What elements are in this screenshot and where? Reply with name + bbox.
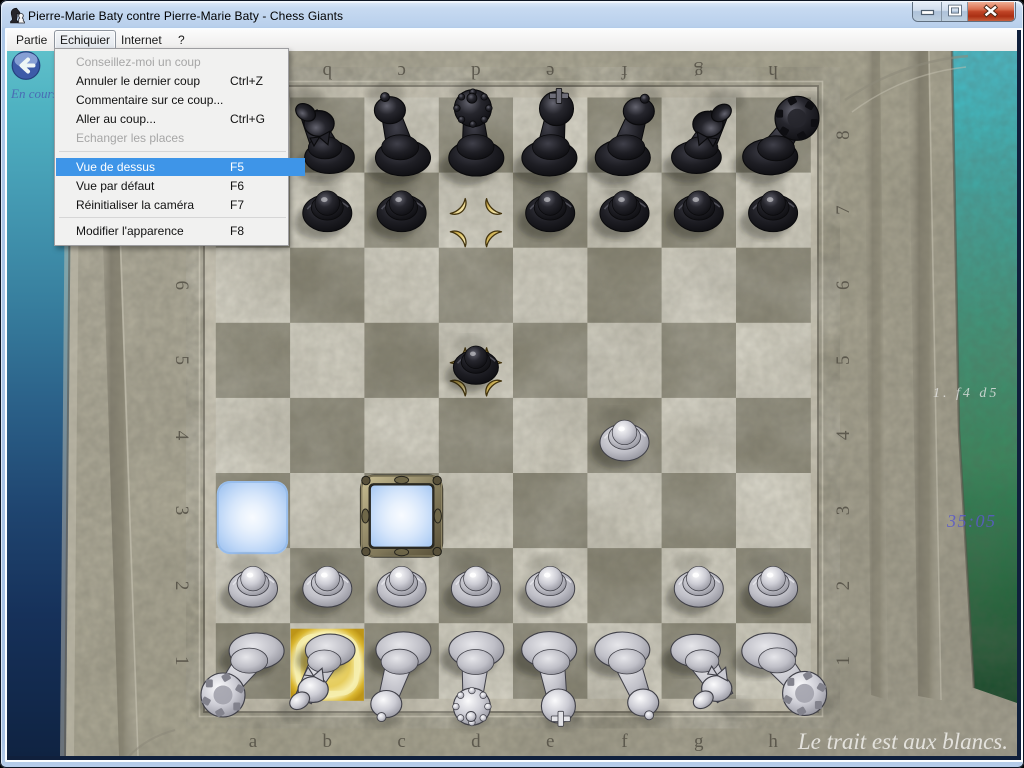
svg-text:4: 4 [833,430,854,440]
svg-text:f: f [621,61,628,82]
svg-text:e: e [546,731,554,752]
svg-text:c: c [397,61,405,82]
svg-text:1: 1 [171,656,192,666]
svg-text:a: a [249,731,258,752]
svg-text:35:05: 35:05 [946,511,997,531]
svg-text:g: g [694,731,704,752]
svg-text:h: h [768,731,778,752]
svg-text:7: 7 [833,205,854,215]
svg-text:3: 3 [833,506,854,516]
svg-text:h: h [768,61,778,82]
svg-text:b: b [323,731,333,752]
svg-text:Le trait est aux blancs.: Le trait est aux blancs. [797,729,1008,754]
svg-text:4: 4 [171,431,192,441]
svg-text:2: 2 [833,581,854,591]
svg-text:6: 6 [833,280,854,290]
svg-text:6: 6 [171,280,192,290]
svg-text:5: 5 [171,356,192,366]
svg-text:1. f4 d5: 1. f4 d5 [933,386,999,401]
svg-text:g: g [694,61,704,82]
svg-text:e: e [546,61,554,82]
svg-text:8: 8 [833,130,854,140]
svg-text:5: 5 [833,356,854,366]
svg-text:c: c [397,731,405,752]
svg-text:3: 3 [171,506,192,516]
svg-text:1: 1 [833,656,854,666]
svg-text:2: 2 [171,581,192,591]
svg-text:b: b [323,61,333,82]
svg-text:d: d [471,731,481,752]
svg-text:d: d [471,61,481,82]
svg-text:f: f [621,731,628,752]
